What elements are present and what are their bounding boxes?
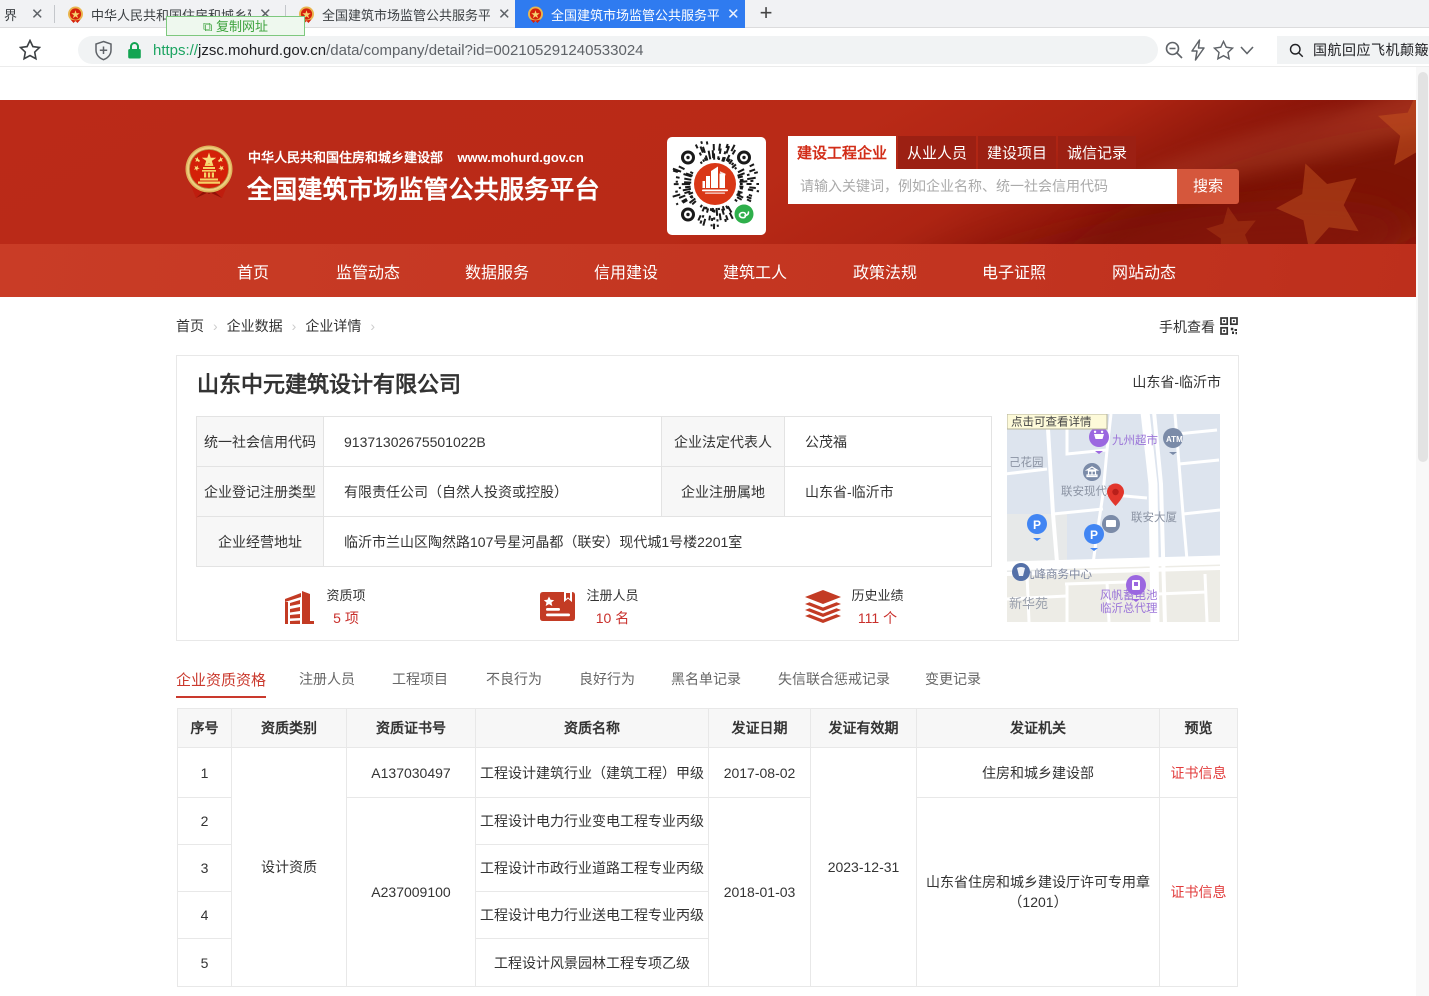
svg-text:P: P: [1033, 518, 1041, 532]
svg-text:点击可查看详情: 点击可查看详情: [1011, 415, 1092, 429]
svg-text:新华苑: 新华苑: [1009, 596, 1048, 611]
svg-text:联安大厦: 联安大厦: [1131, 510, 1177, 524]
svg-text:九峰商务中心: 九峰商务中心: [1023, 567, 1092, 581]
svg-text:P: P: [1090, 528, 1098, 542]
svg-text:临沂总代理: 临沂总代理: [1100, 601, 1158, 615]
svg-text:己花园: 己花园: [1009, 456, 1044, 469]
svg-text:九州超市: 九州超市: [1112, 433, 1158, 447]
svg-text:ATM: ATM: [1166, 435, 1183, 444]
